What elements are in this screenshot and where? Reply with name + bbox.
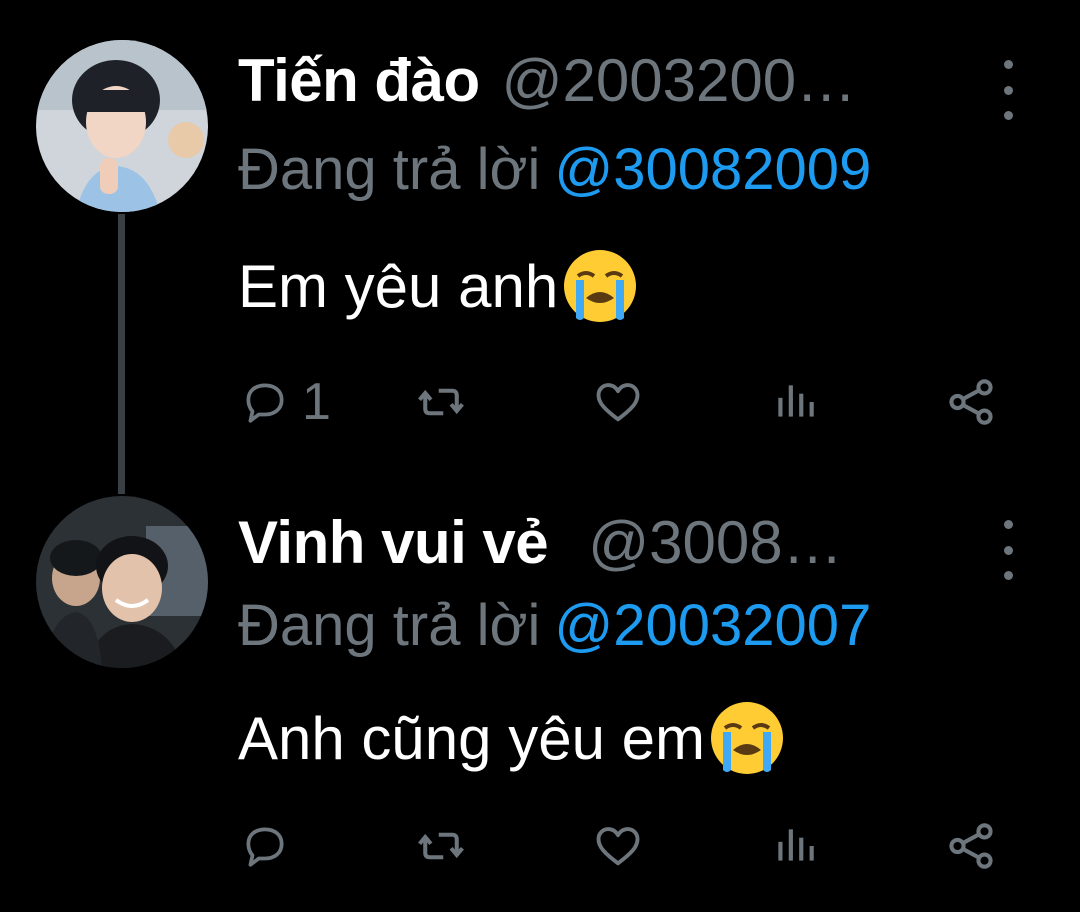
tweet-text: Em yêu anh [238, 246, 640, 326]
replying-to: Đang trả lời @30082009 [238, 136, 871, 203]
views-icon [778, 829, 814, 861]
share-button[interactable] [944, 372, 998, 432]
avatar[interactable] [36, 40, 208, 212]
reply-icon [246, 827, 284, 867]
tweet-text: Anh cũng yêu em [238, 698, 787, 778]
tweet-body: Anh cũng yêu em [238, 704, 705, 772]
retweet-icon [418, 832, 464, 860]
views-icon [778, 385, 814, 417]
tweet-1[interactable]: Tiến đào @2003200… Đang trả lời @30082009… [0, 0, 1080, 470]
reply-icon [246, 383, 284, 423]
avatar[interactable] [36, 496, 208, 668]
retweet-icon [418, 388, 464, 416]
replying-to-label: Đang trả lời [238, 137, 541, 202]
share-button[interactable] [944, 816, 998, 876]
replying-to-label: Đang trả lời [238, 593, 541, 658]
crying-face-icon [560, 246, 640, 326]
views-button[interactable] [770, 816, 820, 876]
like-button[interactable] [592, 816, 644, 876]
tweet-2[interactable]: Vinh vui vẻ @3008… Đang trả lời @20032007… [0, 470, 1080, 912]
tweet-body: Em yêu anh [238, 252, 559, 320]
crying-face-icon [707, 698, 787, 778]
retweet-button[interactable] [414, 816, 468, 876]
share-icon [949, 379, 993, 425]
tweet-header: Tiến đào @2003200… [238, 46, 856, 115]
user-handle[interactable]: @2003200… [502, 46, 857, 115]
more-icon[interactable] [998, 520, 1018, 580]
reply-button[interactable]: 1 [240, 372, 331, 432]
like-button[interactable] [592, 372, 644, 432]
replying-to-handle[interactable]: @20032007 [554, 593, 871, 658]
share-icon [949, 823, 993, 869]
tweet-actions [0, 816, 1080, 876]
reply-count: 1 [302, 373, 331, 431]
user-handle[interactable]: @3008… [588, 508, 842, 577]
retweet-button[interactable] [414, 372, 468, 432]
like-icon [596, 383, 640, 422]
tweet-actions: 1 [0, 372, 1080, 432]
reply-button[interactable] [240, 816, 302, 876]
more-icon[interactable] [998, 60, 1018, 120]
like-icon [596, 827, 640, 866]
tweet-header: Vinh vui vẻ @3008… [238, 508, 843, 577]
replying-to-handle[interactable]: @30082009 [554, 137, 871, 202]
display-name[interactable]: Tiến đào [238, 46, 480, 115]
views-button[interactable] [770, 372, 820, 432]
replying-to: Đang trả lời @20032007 [238, 592, 871, 659]
display-name[interactable]: Vinh vui vẻ [238, 508, 549, 577]
reply-thread: Tiến đào @2003200… Đang trả lời @30082009… [0, 0, 1080, 912]
